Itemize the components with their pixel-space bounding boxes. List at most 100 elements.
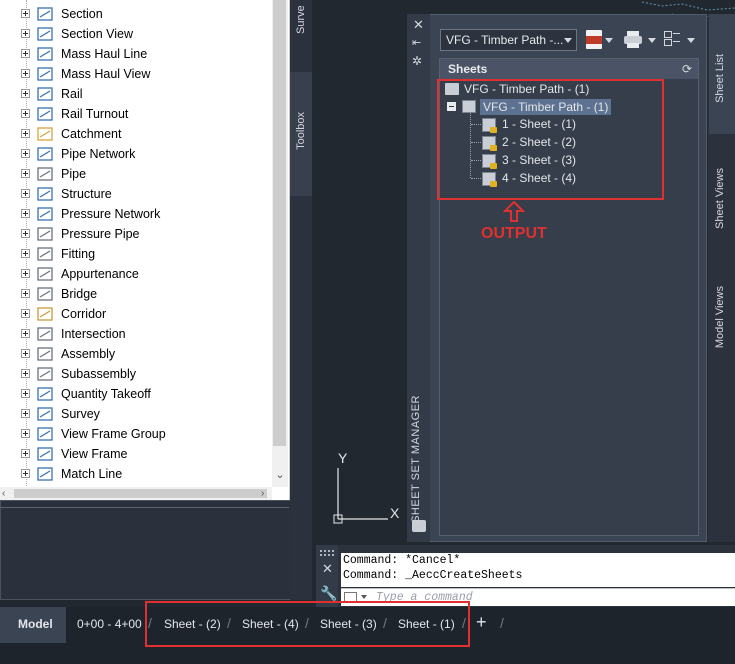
expand-icon[interactable] [21, 169, 30, 178]
tree-item-match-line[interactable]: Match Line [0, 464, 272, 484]
tree-item-section-view[interactable]: Section View [0, 24, 272, 44]
expand-icon[interactable] [21, 269, 30, 278]
properties-icon[interactable]: ✲ [412, 54, 422, 68]
command-line-grip[interactable]: ✕ 🔧 [316, 545, 338, 607]
tree-item-view-frame-group[interactable]: View Frame Group [0, 424, 272, 444]
tree-item-quantity-takeoff[interactable]: Quantity Takeoff [0, 384, 272, 404]
pressure-pipe-icon [36, 225, 54, 243]
plot-dropdown-icon[interactable] [648, 38, 656, 43]
corridor-icon [36, 305, 54, 323]
scroll-right-icon[interactable]: › [261, 487, 264, 500]
expand-icon[interactable] [21, 69, 30, 78]
tree-item-rail-turnout[interactable]: Rail Turnout [0, 104, 272, 124]
tree-item-label: Rail Turnout [61, 107, 129, 121]
tree-horizontal-scroll-thumb[interactable] [14, 489, 267, 498]
tab-layout-0[interactable]: 0+00 - 4+00 [77, 617, 142, 631]
recent-commands-icon[interactable] [361, 595, 367, 599]
tree-vertical-scroll-thumb[interactable] [273, 0, 286, 446]
tree-item-pipe[interactable]: Pipe [0, 164, 272, 184]
tree-item-section[interactable]: Section [0, 4, 272, 24]
publish-dwf-icon[interactable] [586, 30, 602, 49]
expand-icon[interactable] [21, 109, 30, 118]
tree-item-intersection[interactable]: Intersection [0, 324, 272, 344]
auto-hide-icon[interactable]: ⇤ [412, 36, 421, 49]
tree-item-corridor[interactable]: Corridor [0, 304, 272, 324]
tree-item-label: Match Line [61, 467, 123, 481]
expand-icon[interactable] [21, 249, 30, 258]
sheet-list-table-icon[interactable] [664, 31, 680, 48]
customize-icon[interactable]: 🔧 [320, 585, 337, 602]
tree-item-label: Mass Haul View [61, 67, 151, 81]
subassembly-icon [36, 365, 54, 383]
tree-item-label: Structure [61, 187, 112, 201]
tree-item-label: Appurtenance [61, 267, 139, 281]
tree-item-label: Corridor [61, 307, 107, 321]
expand-icon[interactable] [21, 469, 30, 478]
quantity-takeoff-icon [36, 385, 54, 403]
options-dropdown-icon[interactable] [687, 38, 695, 43]
scroll-down-icon[interactable]: ⌄ [272, 466, 288, 484]
tab-model[interactable]: Model [18, 617, 53, 631]
expand-icon[interactable] [21, 49, 30, 58]
tab-sheet-views[interactable]: Sheet Views [714, 168, 726, 229]
expand-icon[interactable] [21, 329, 30, 338]
expand-icon[interactable] [21, 309, 30, 318]
expand-icon[interactable] [21, 149, 30, 158]
tab-sheet-list[interactable]: Sheet List [714, 54, 726, 103]
tree-item-subassembly[interactable]: Subassembly [0, 364, 272, 384]
tree-item-view-frame[interactable]: View Frame [0, 444, 272, 464]
expand-icon[interactable] [21, 189, 30, 198]
tree-item-mass-haul-line[interactable]: Mass Haul Line [0, 44, 272, 64]
tree-item-pipe-network[interactable]: Pipe Network [0, 144, 272, 164]
tree-item-fitting[interactable]: Fitting [0, 244, 272, 264]
refresh-icon[interactable]: ⟳ [682, 59, 692, 79]
tree-item-rail[interactable]: Rail [0, 84, 272, 104]
sheet-set-combo[interactable]: VFG - Timber Path -... [440, 29, 577, 51]
tree-item-mass-haul-view[interactable]: Mass Haul View [0, 64, 272, 84]
publish-dropdown-icon[interactable] [605, 38, 613, 43]
tree-item-catchment[interactable]: Catchment [0, 124, 272, 144]
section-view-icon [36, 25, 54, 43]
grip-icon[interactable] [320, 550, 334, 556]
add-layout-button[interactable]: + [476, 612, 487, 633]
scroll-left-icon[interactable]: ‹ [2, 487, 5, 500]
expand-icon[interactable] [21, 409, 30, 418]
expand-icon[interactable] [21, 129, 30, 138]
chevron-down-icon [564, 38, 572, 43]
expand-icon[interactable] [21, 369, 30, 378]
expand-icon[interactable] [21, 209, 30, 218]
close-icon[interactable]: ✕ [413, 17, 424, 33]
tree-item-pressure-network[interactable]: Pressure Network [0, 204, 272, 224]
tree-item-bridge[interactable]: Bridge [0, 284, 272, 304]
tree-item-label: View Frame Group [61, 427, 166, 441]
expand-icon[interactable] [21, 29, 30, 38]
catchment-icon [36, 125, 54, 143]
palette-right-tabs: Sheet List Sheet Views Model Views [708, 14, 735, 542]
expand-icon[interactable] [21, 289, 30, 298]
expand-icon[interactable] [21, 389, 30, 398]
expand-icon[interactable] [21, 429, 30, 438]
panel-divider [0, 507, 289, 508]
tree-item-label: Pressure Pipe [61, 227, 140, 241]
expand-icon[interactable] [21, 9, 30, 18]
tree-item-pressure-pipe[interactable]: Pressure Pipe [0, 224, 272, 244]
mass-haul-view-icon [36, 65, 54, 83]
tree-item-structure[interactable]: Structure [0, 184, 272, 204]
tab-toolbox[interactable]: Toolbox [295, 112, 307, 150]
expand-icon[interactable] [21, 229, 30, 238]
tree-item-label: Pipe [61, 167, 87, 181]
pressure-network-icon [36, 205, 54, 223]
prospector-lower-panel [0, 500, 291, 600]
prospector-tree: Section Section View Mass Haul Line Mass Ha… [0, 0, 290, 500]
tab-survey[interactable]: Surve [295, 6, 307, 34]
expand-icon[interactable] [21, 89, 30, 98]
expand-icon[interactable] [21, 349, 30, 358]
output-highlight-box [437, 79, 664, 200]
close-icon[interactable]: ✕ [322, 561, 333, 577]
tree-item-appurtenance[interactable]: Appurtenance [0, 264, 272, 284]
tree-item-survey[interactable]: Survey [0, 404, 272, 424]
tab-model-views[interactable]: Model Views [714, 286, 726, 348]
expand-icon[interactable] [21, 449, 30, 458]
plot-icon[interactable] [624, 31, 642, 48]
tree-item-assembly[interactable]: Assembly [0, 344, 272, 364]
